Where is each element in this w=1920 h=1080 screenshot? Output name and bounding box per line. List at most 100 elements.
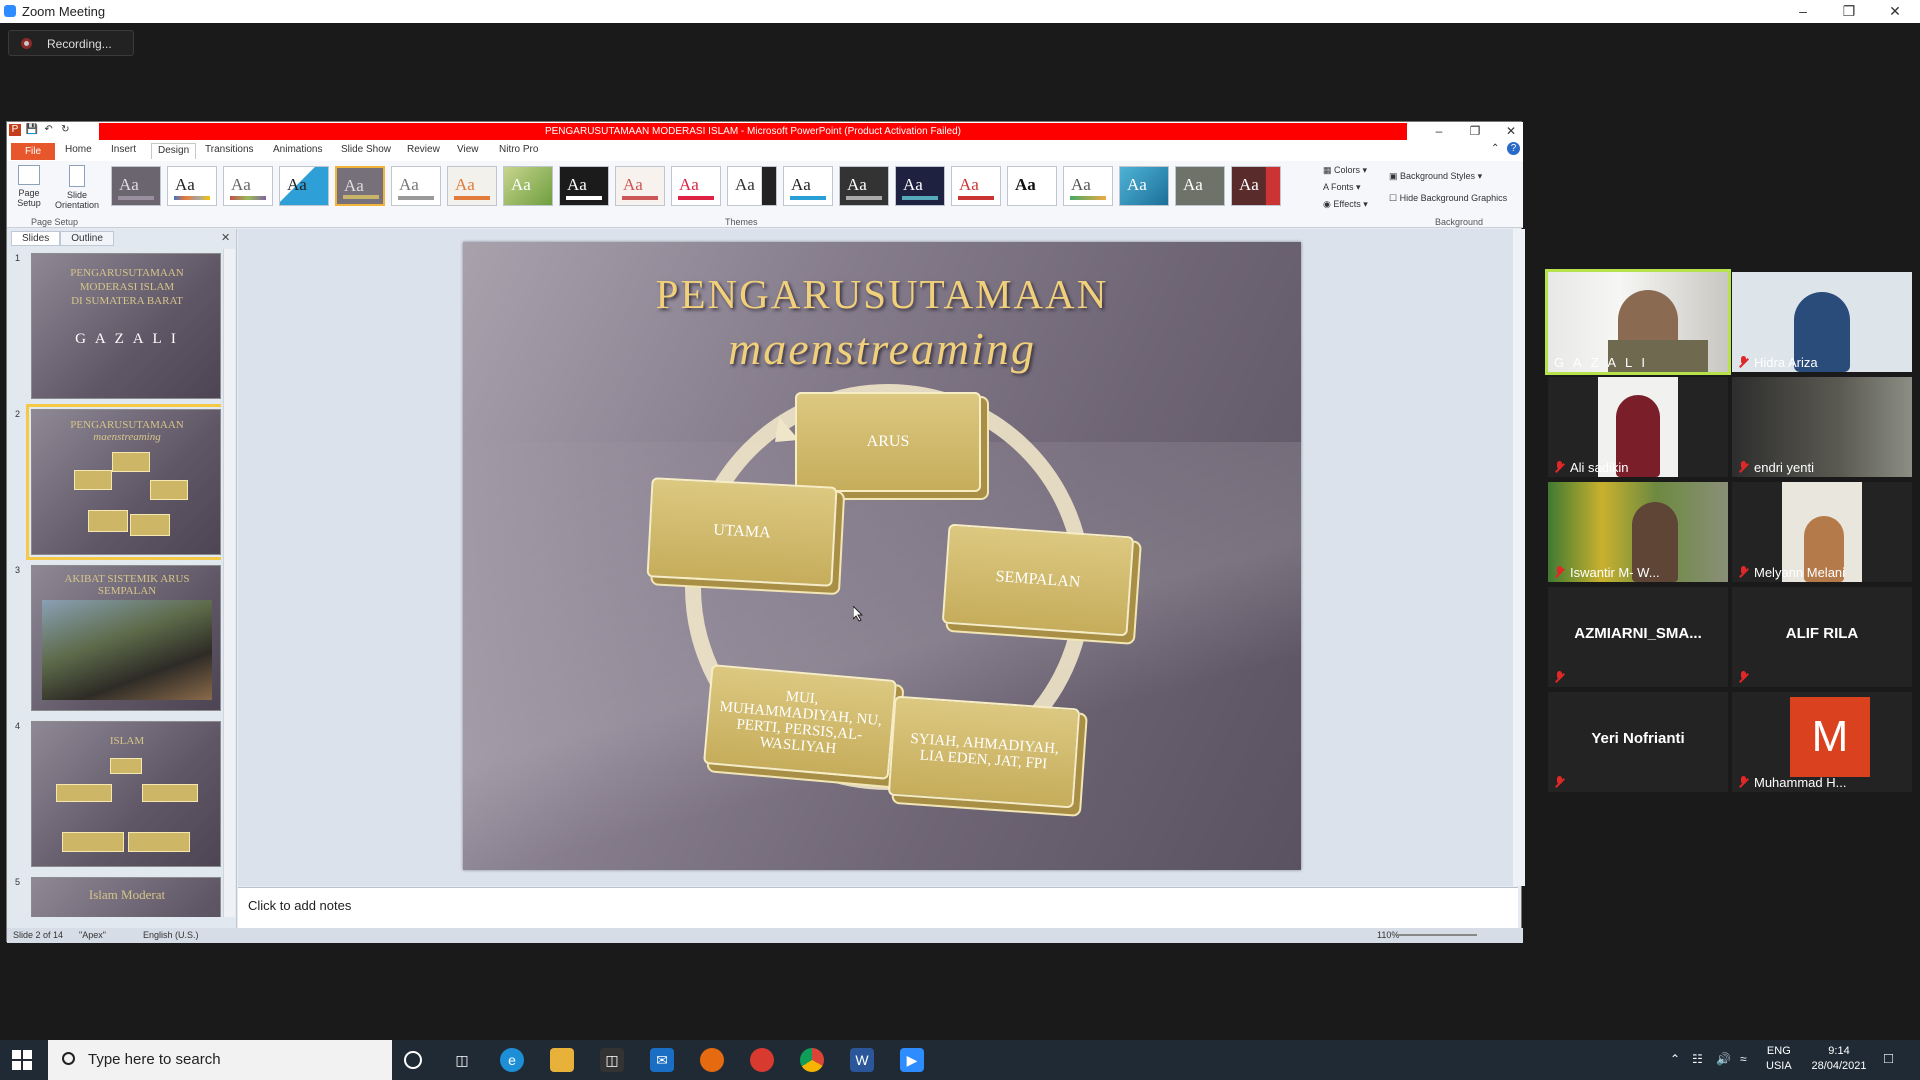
tab-file[interactable]: File — [11, 143, 55, 160]
participant-tile[interactable]: Ali sadikin — [1548, 377, 1728, 477]
tab-home[interactable]: Home — [65, 144, 92, 160]
current-slide[interactable]: PENGARUSUTAMAAN maenstreaming ARUS UTAMA… — [463, 242, 1301, 870]
notification-icon[interactable]: □ — [1884, 1050, 1893, 1067]
theme-thumb[interactable]: Aa — [1231, 166, 1281, 206]
participant-tile-active[interactable]: G A Z A L I — [1545, 269, 1731, 375]
background-styles-button[interactable]: ▣ Background Styles ▾ — [1389, 171, 1482, 182]
participant-tile[interactable]: Melyann Melani — [1732, 482, 1912, 582]
status-language[interactable]: English (U.S.) — [143, 930, 199, 940]
cycle-box-syiah[interactable]: SYIAH, AHMADIYAH, LIA EDEN, JAT, FPI — [887, 695, 1081, 809]
hide-background-graphics-checkbox[interactable]: ☐ Hide Background Graphics — [1389, 193, 1507, 204]
windows-start-icon[interactable] — [12, 1050, 32, 1070]
participant-tile[interactable]: Yeri Nofrianti — [1548, 692, 1728, 792]
theme-thumb[interactable]: Aa — [783, 166, 833, 206]
editor-scrollbar[interactable] — [1513, 229, 1525, 886]
cycle-box-utama[interactable]: UTAMA — [646, 477, 838, 587]
save-icon[interactable]: 💾 — [26, 124, 38, 136]
tab-design[interactable]: Design — [151, 143, 197, 159]
volume-icon[interactable]: 🔊 — [1716, 1052, 1731, 1066]
tray-chevron-icon[interactable]: ⌃ — [1670, 1052, 1680, 1066]
theme-thumb[interactable]: Aa — [503, 166, 553, 206]
theme-thumb[interactable]: Aa — [223, 166, 273, 206]
cycle-box-mui[interactable]: MUI, MUHAMMADIYAH, NU, PERTI, PERSIS,AL-… — [702, 664, 898, 780]
tab-view[interactable]: View — [457, 144, 479, 160]
language-indicator[interactable]: ENG USIA — [1766, 1044, 1792, 1074]
panel-scrollbar[interactable] — [223, 249, 235, 917]
slide-thumb-1[interactable]: PENGARUSUTAMAAN MODERASI ISLAM DI SUMATE… — [31, 253, 221, 399]
zoom-slider[interactable] — [1397, 934, 1477, 936]
slide-thumb-5[interactable]: Islam Moderat — [31, 877, 221, 917]
theme-thumb-apex-selected[interactable]: Aa — [335, 166, 385, 206]
tab-insert[interactable]: Insert — [111, 144, 136, 160]
close-button[interactable]: ✕ — [1872, 0, 1918, 23]
tab-animations[interactable]: Animations — [273, 144, 322, 160]
page-setup-button[interactable]: Page Setup — [11, 165, 47, 208]
theme-thumb[interactable]: Aa — [1007, 166, 1057, 206]
participant-tile[interactable]: ALIF RILA — [1732, 587, 1912, 687]
participant-tile[interactable]: M Muhammad H... — [1732, 692, 1912, 792]
status-zoom[interactable]: 110% — [1377, 930, 1399, 940]
participant-tile[interactable]: endri yenti — [1732, 377, 1912, 477]
colors-button[interactable]: ▦ Colors ▾ — [1323, 165, 1367, 176]
theme-thumb[interactable]: Aa — [951, 166, 1001, 206]
ppt-minimize-button[interactable]: – — [1421, 122, 1457, 141]
notes-pane[interactable]: Click to add notes — [238, 887, 1518, 928]
restore-button[interactable]: ❐ — [1826, 0, 1872, 23]
slide-thumb-4[interactable]: ISLAM — [31, 721, 221, 867]
clock[interactable]: 9:14 28/04/2021 — [1808, 1044, 1870, 1074]
fonts-button[interactable]: A Fonts ▾ — [1323, 182, 1361, 193]
edge-icon[interactable]: e — [500, 1048, 524, 1072]
theme-thumb[interactable]: Aa — [167, 166, 217, 206]
theme-thumb[interactable]: Aa — [615, 166, 665, 206]
theme-thumb[interactable]: Aa — [1175, 166, 1225, 206]
undo-icon[interactable]: ↶ — [43, 124, 55, 136]
minimize-button[interactable]: – — [1780, 0, 1826, 23]
participant-tile[interactable]: Hidra Ariza — [1732, 272, 1912, 372]
ppt-close-button[interactable]: ✕ — [1493, 122, 1529, 141]
tab-slides[interactable]: Slides — [11, 231, 61, 246]
ppt-restore-button[interactable]: ❐ — [1457, 122, 1493, 141]
ribbon-minimize-icon[interactable]: ⌃ — [1491, 143, 1499, 159]
app-icon[interactable] — [750, 1048, 774, 1072]
theme-thumb[interactable]: Aa — [111, 166, 161, 206]
tab-transitions[interactable]: Transitions — [205, 144, 254, 160]
participant-tile[interactable]: Iswantir M- W... — [1548, 482, 1728, 582]
theme-thumb[interactable]: Aa — [559, 166, 609, 206]
tab-outline[interactable]: Outline — [60, 231, 114, 246]
theme-thumb[interactable]: Aa — [671, 166, 721, 206]
theme-thumb[interactable]: Aa — [1063, 166, 1113, 206]
store-icon[interactable]: ◫ — [600, 1048, 624, 1072]
cycle-box-sempalan[interactable]: SEMPALAN — [941, 523, 1135, 637]
wifi-icon[interactable]: ≈ — [1740, 1052, 1747, 1066]
effects-button[interactable]: ◉ Effects ▾ — [1323, 199, 1368, 210]
help-icon[interactable]: ? — [1507, 142, 1520, 155]
theme-thumb[interactable]: Aa — [391, 166, 441, 206]
zoom-taskbar-icon[interactable]: ▶ — [900, 1048, 924, 1072]
participant-tile[interactable]: AZMIARNI_SMA... — [1548, 587, 1728, 687]
cycle-box-arus[interactable]: ARUS — [795, 392, 981, 492]
recording-indicator[interactable]: Recording... — [8, 30, 134, 56]
slide-thumb-2-selected[interactable]: PENGARUSUTAMAAN maenstreaming — [26, 404, 221, 560]
theme-thumb[interactable]: Aa — [727, 166, 777, 206]
redo-icon[interactable]: ↻ — [59, 124, 71, 136]
theme-thumb[interactable]: Aa — [1119, 166, 1169, 206]
tab-review[interactable]: Review — [407, 144, 440, 160]
mail-icon[interactable]: ✉ — [650, 1048, 674, 1072]
word-icon[interactable]: W — [850, 1048, 874, 1072]
task-view-icon[interactable]: ◫ — [450, 1048, 474, 1072]
chrome-icon[interactable] — [800, 1048, 824, 1072]
theme-thumb[interactable]: Aa — [279, 166, 329, 206]
panel-close-icon[interactable]: ✕ — [221, 231, 230, 244]
app-icon[interactable] — [700, 1048, 724, 1072]
network-icon[interactable]: ☷ — [1692, 1052, 1703, 1066]
file-explorer-icon[interactable] — [550, 1048, 574, 1072]
tab-nitro-pro[interactable]: Nitro Pro — [499, 144, 538, 160]
slide-orientation-button[interactable]: Slide Orientation — [49, 165, 105, 210]
slide-thumb-3[interactable]: AKIBAT SISTEMIK ARUS SEMPALAN — [31, 565, 221, 711]
tab-slide-show[interactable]: Slide Show — [341, 144, 391, 160]
taskbar-search-box[interactable]: Type here to search — [48, 1040, 392, 1080]
cortana-icon[interactable] — [404, 1051, 422, 1069]
theme-thumb[interactable]: Aa — [447, 166, 497, 206]
theme-thumb[interactable]: Aa — [839, 166, 889, 206]
theme-thumb[interactable]: Aa — [895, 166, 945, 206]
